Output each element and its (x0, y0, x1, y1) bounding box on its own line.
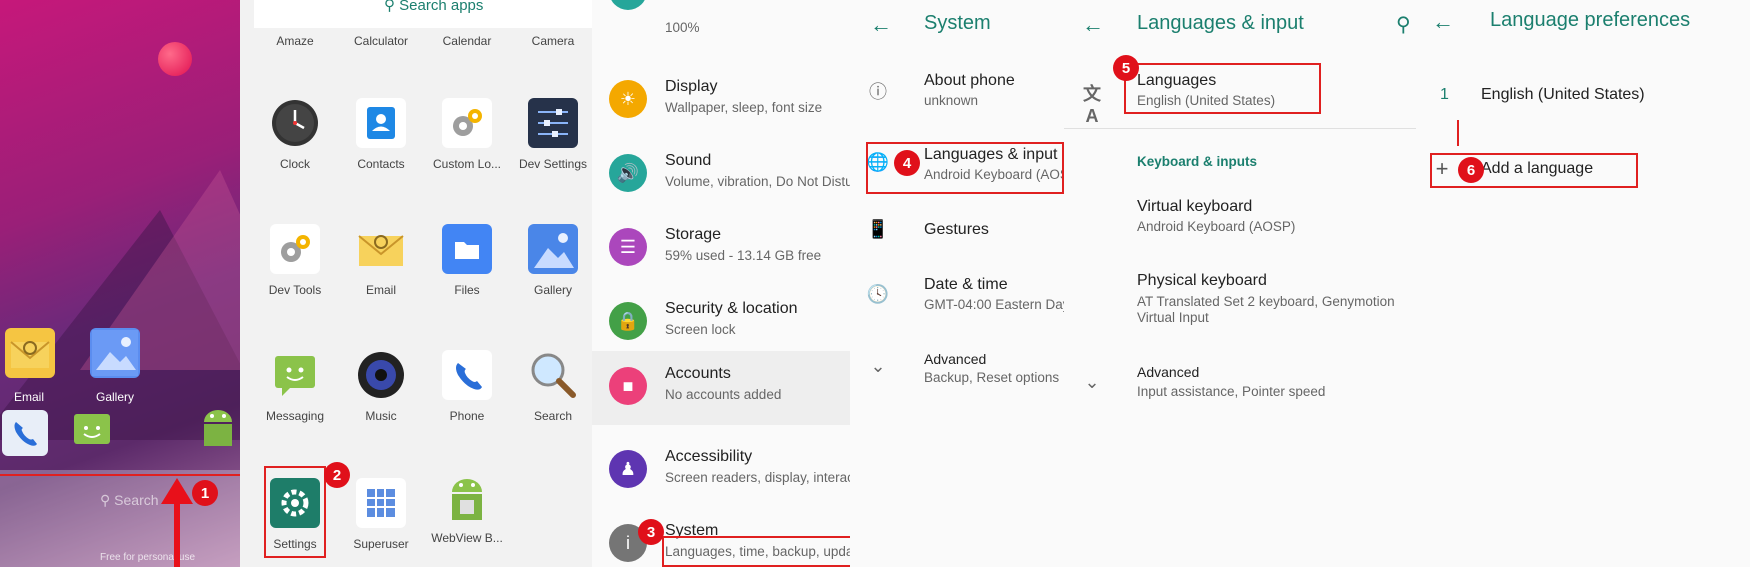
step-badge: 4 (894, 150, 920, 176)
volume-icon: 🔊 (609, 154, 647, 192)
swipe-up-arrow (174, 495, 180, 567)
back-arrow-icon[interactable]: ← (870, 12, 892, 38)
back-arrow-icon[interactable]: ← (1082, 12, 1104, 38)
email-icon (356, 224, 406, 274)
step-badge: 6 (1458, 157, 1484, 183)
chevron-down-icon: ⌄ (1084, 372, 1100, 392)
chevron-down-icon: ⌄ (870, 356, 886, 376)
app-phone[interactable]: Phone (424, 350, 510, 423)
android-robot-icon[interactable] (196, 404, 240, 454)
gear-icon (270, 224, 320, 274)
system-panel: ← System ⓘ About phone unknown 🌐 Languag… (850, 0, 1064, 567)
search-icon: ⚲ (100, 492, 111, 508)
info-icon: ⓘ (869, 82, 887, 102)
home-app-label: Gallery (95, 390, 134, 404)
highlight-line (0, 474, 240, 476)
app-label[interactable]: Calendar (424, 34, 510, 48)
languages-input-panel: ← Languages & input ⚲ 文A Languages Engli… (1064, 0, 1416, 567)
section-header: Keyboard & inputs (1137, 154, 1258, 169)
highlight-box (662, 536, 850, 567)
app-search[interactable]: Search (510, 350, 592, 423)
gear-icon (442, 98, 492, 148)
app-dev-settings[interactable]: Dev Settings (510, 98, 592, 171)
app-label[interactable]: Camera (510, 34, 592, 48)
search-apps-bar[interactable]: ⚲ Search apps (254, 0, 592, 28)
settings-item-battery[interactable]: 100% (592, 0, 850, 35)
app-clock[interactable]: Clock (252, 98, 338, 171)
sliders-icon (528, 98, 578, 148)
wallpaper-planet (158, 42, 192, 76)
settings-item-accounts[interactable]: ■ Accounts No accounts added (592, 351, 850, 425)
settings-item-sound[interactable]: 🔊 Sound Volume, vibration, Do Not Distur… (592, 138, 850, 212)
image-icon (528, 224, 578, 274)
brightness-icon: ☀ (609, 80, 647, 118)
app-email[interactable]: Email (338, 224, 424, 297)
language-preferences-panel: ← Language preferences 1 English (United… (1416, 0, 1750, 567)
messaging-app-icon[interactable] (68, 408, 116, 456)
language-index: 1 (1440, 86, 1449, 103)
language-name: English (United States) (1481, 86, 1645, 103)
speaker-icon (356, 350, 406, 400)
app-bar: ← System (850, 0, 1064, 50)
page-title: Languages & input (1137, 12, 1304, 34)
settings-item-accessibility[interactable]: ♟ Accessibility Screen readers, display,… (592, 434, 850, 508)
app-messaging[interactable]: Messaging (252, 350, 338, 423)
search-icon: ⚲ (384, 0, 395, 14)
page-title: Language preferences (1490, 9, 1691, 31)
app-gallery[interactable]: Gallery (510, 224, 592, 297)
gestures-icon: 📱 (866, 219, 890, 239)
phone-app-icon[interactable] (2, 410, 48, 456)
app-superuser[interactable]: Superuser (338, 478, 424, 551)
app-bar: ← Language preferences (1416, 0, 1750, 50)
clock-icon: 🕓 (866, 284, 890, 304)
home-screen-panel: Email Gallery ⚲ Search Free for personal… (0, 0, 240, 567)
page-title: System (924, 12, 991, 34)
step-badge: 5 (1113, 55, 1139, 81)
step-badge: 1 (192, 480, 218, 506)
app-drawer-panel: ⚲ Search apps Amaze Calculator Calendar … (240, 0, 592, 567)
phone-icon (442, 350, 492, 400)
home-app-label: Email (13, 390, 44, 404)
search-apps-placeholder: Search apps (399, 0, 484, 14)
clock-icon (270, 98, 320, 148)
divider (1064, 128, 1416, 129)
step-badge: 2 (324, 462, 350, 488)
app-files[interactable]: Files (424, 224, 510, 297)
app-bar: ← Languages & input ⚲ (1064, 0, 1416, 50)
app-label[interactable]: Calculator (338, 34, 424, 48)
highlight-box (264, 466, 326, 558)
app-custom-locale[interactable]: Custom Lo... (424, 98, 510, 171)
gallery-app-icon[interactable] (90, 328, 140, 378)
contacts-icon (356, 98, 406, 148)
app-music[interactable]: Music (338, 350, 424, 423)
highlight-box (1124, 63, 1321, 114)
email-app-icon[interactable] (5, 328, 55, 378)
connector-line (1457, 120, 1459, 146)
account-icon: ■ (609, 367, 647, 405)
settings-item-storage[interactable]: ☰ Storage 59% used - 13.14 GB free (592, 212, 850, 286)
battery-icon (609, 0, 647, 10)
settings-panel: 100% ☀ Display Wallpaper, sleep, font si… (592, 0, 850, 567)
home-search-hint[interactable]: ⚲ Search (100, 492, 159, 509)
accessibility-icon: ♟ (609, 450, 647, 488)
app-dev-tools[interactable]: Dev Tools (252, 224, 338, 297)
settings-item-security[interactable]: 🔒 Security & location Screen lock (592, 286, 850, 360)
folder-icon (442, 224, 492, 274)
app-label[interactable]: Amaze (252, 34, 338, 48)
settings-item-display[interactable]: ☀ Display Wallpaper, sleep, font size (592, 64, 850, 138)
grid-icon (356, 478, 406, 528)
app-contacts[interactable]: Contacts (338, 98, 424, 171)
swipe-up-arrow-head (161, 478, 193, 504)
step-badge: 3 (638, 519, 664, 545)
android-robot-icon (442, 472, 492, 528)
back-arrow-icon[interactable]: ← (1432, 9, 1454, 35)
magnifier-icon (528, 350, 578, 400)
app-webview-browser[interactable]: WebView B... (424, 472, 510, 545)
storage-icon: ☰ (609, 228, 647, 266)
lock-icon: 🔒 (609, 302, 647, 340)
search-icon[interactable]: ⚲ (1396, 12, 1411, 37)
watermark-text: Free for personal use (100, 552, 196, 563)
message-icon (270, 350, 320, 400)
translate-icon: 文A (1083, 84, 1101, 126)
